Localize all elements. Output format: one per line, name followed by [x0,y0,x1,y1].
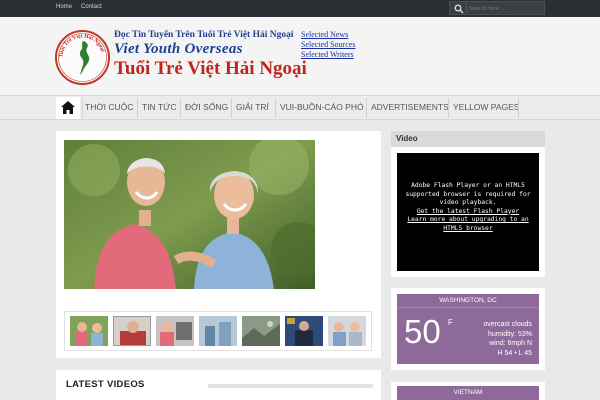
weather-details: overcast clouds humidity: 53% wind: 6mph… [483,320,532,358]
nav-item-vui-buon-cao-pho[interactable]: VUI-BUỒN-CÁO PHÓ [280,102,364,112]
nav-divider [180,98,181,118]
nav-divider [275,98,276,118]
selected-news-link[interactable]: Selected News [301,30,355,40]
nav-divider [231,98,232,118]
weather-divider [397,307,539,308]
logo-seal[interactable]: Tuổi Trẻ Việt Hải Ngoại [55,30,110,85]
get-flash-player-link[interactable]: Get the latest Flash Player [417,208,519,215]
nav-item-thoi-cuoc[interactable]: THỜI CUỘC [85,102,133,112]
weather-humidity: humidity: 53% [488,330,532,338]
weather-wind: wind: 6mph N [489,340,532,347]
logo-english-title: Viet Youth Overseas [114,41,243,57]
search-divider [466,3,467,13]
nav-divider [448,98,449,118]
logo-vietnamese-title[interactable]: Tuổi Trẻ Việt Hải Ngoại [114,58,307,80]
latest-videos-heading: LATEST VIDEOS [66,379,145,390]
featured-slide-image[interactable] [64,140,315,289]
nav-divider [82,98,83,118]
selected-writers-link[interactable]: Selected Writers [301,50,355,60]
slider-thumbnails [64,311,372,351]
main-nav: THỜI CUỘC TIN TỨC ĐỜI SỐNG GIẢI TRÍ VUI-… [0,95,600,120]
search-input[interactable] [469,4,541,13]
thumbnail[interactable] [328,316,366,346]
thumbnail[interactable] [70,316,108,346]
weather-panel-2: VIETNAM [397,386,539,400]
thumbnail[interactable] [113,316,151,346]
nav-item-giai-tri[interactable]: GIẢI TRÍ [236,102,269,112]
home-icon [61,101,75,114]
vietnam-map-icon [79,41,90,75]
nav-item-yellow-pages[interactable]: YELLOW PAGES [453,102,519,112]
weather-high-low: H 54 • L 45 [497,349,533,357]
nav-item-advertisements[interactable]: ADVERTISEMENTS [371,102,449,112]
search-box[interactable] [449,1,545,15]
upgrade-html5-link[interactable]: Learn more about upgrading to an HTML5 b… [407,216,528,232]
latest-videos-section: LATEST VIDEOS [56,370,381,400]
search-icon[interactable] [454,4,464,14]
video-requirement-text: Adobe Flash Player or an HTML5 supported… [405,182,531,206]
weather-city-2: VIETNAM [453,389,483,396]
weather-unit: F [448,318,453,327]
logo-links: Selected News Selected Sources Selected … [301,30,355,60]
weather-city: WASHINGTON, DC [439,297,497,304]
thumbnail[interactable] [285,316,323,346]
nav-divider [137,98,138,118]
video-widget-header: Video [391,131,545,147]
contact-link[interactable]: Contact [81,4,102,10]
weather-condition: overcast clouds [483,321,532,328]
thumbnail[interactable] [199,316,237,346]
video-widget-title: Video [396,134,418,143]
nav-item-doi-song[interactable]: ĐỜI SỐNG [185,102,228,112]
video-fallback-message: Adobe Flash Player or an HTML5 supported… [402,182,534,233]
nav-divider [518,98,519,118]
home-link[interactable]: Home [56,4,72,10]
heading-rule [208,384,373,388]
weather-temperature: 50 [404,313,441,350]
nav-item-tin-tuc[interactable]: TIN TỨC [142,102,177,112]
weather-panel: WASHINGTON, DC 50 F overcast clouds humi… [397,294,539,364]
selected-sources-link[interactable]: Selected Sources [301,40,355,50]
thumbnail[interactable] [156,316,194,346]
top-bar: Home Contact [0,0,600,17]
nav-divider [366,98,367,118]
logo-tagline: Đọc Tin Tuyển Trên Tuổi Trẻ Việt Hải Ngo… [114,30,294,40]
featured-photo [64,140,315,289]
thumbnail[interactable] [242,316,280,346]
nav-home-button[interactable] [56,97,80,119]
